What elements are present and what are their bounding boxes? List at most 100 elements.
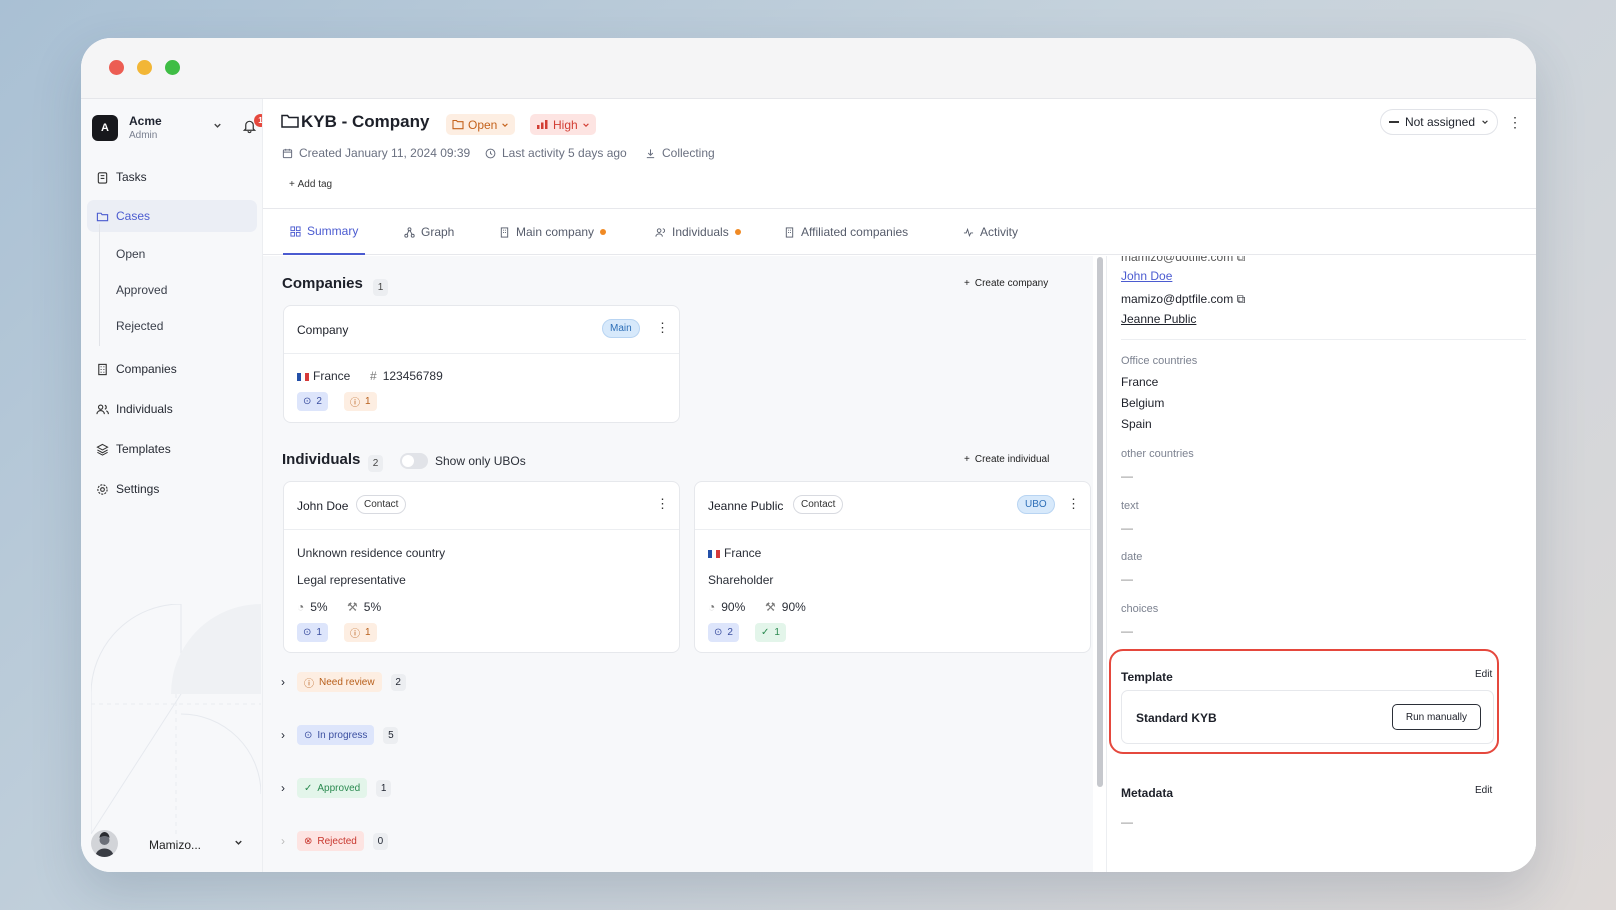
metadata-edit-button[interactable]: Edit	[1475, 785, 1492, 796]
in-progress-count: ⊙ 2	[708, 623, 739, 642]
add-tag-button[interactable]: + Add tag	[289, 179, 332, 190]
notification-badge: 1	[254, 114, 262, 127]
sidebar: A Acme Admin 1 Tasks Cases Open Approved…	[81, 99, 263, 872]
ubo-toggle[interactable]	[400, 453, 428, 469]
residence-country: Unknown residence country	[297, 546, 446, 560]
gavel-icon: ⚒	[347, 600, 358, 614]
org-switcher[interactable]: A Acme Admin 1	[92, 114, 262, 146]
status-count: 5	[383, 726, 399, 744]
org-role: Admin	[129, 130, 158, 141]
company-card[interactable]: Company Main ⋮ France #123456789 ⊙ 2 ⓘ 1	[283, 305, 680, 423]
status-badge: ⓘ Need review	[297, 672, 382, 692]
card-menu-icon[interactable]: ⋮	[1067, 497, 1080, 510]
votes-label: 90%	[781, 600, 806, 614]
risk-dropdown[interactable]: High	[530, 114, 596, 135]
user-menu[interactable]: Mamizo...	[91, 830, 256, 860]
copy-icon[interactable]: ⧉	[1237, 256, 1246, 264]
tab-main-company[interactable]: Main company	[499, 209, 607, 255]
details-panel: mamizo@dotfile.com ⧉ John Doe mamizo@dpt…	[1106, 256, 1536, 872]
check-circle-icon: ✓	[761, 627, 770, 638]
country-label: France	[724, 546, 762, 560]
company-name: Company	[297, 323, 349, 337]
sidebar-item-companies[interactable]: Companies	[87, 353, 257, 385]
contact-tag: Contact	[793, 495, 844, 514]
in-progress-count: ⊙ 2	[297, 392, 328, 411]
template-section-title: Template	[1121, 670, 1173, 684]
folder-icon	[281, 114, 299, 128]
status-label: Open	[468, 117, 498, 132]
email-address: mamizo@dptfile.com ⧉	[1121, 292, 1245, 307]
create-company-button[interactable]: + Create company	[964, 278, 1048, 289]
choices-field-value: —	[1121, 624, 1133, 638]
voting-rights: ⚒ 90%	[765, 600, 806, 614]
sidebar-item-tasks[interactable]: Tasks	[87, 161, 257, 193]
status-dropdown[interactable]: Open	[446, 114, 516, 135]
sidebar-item-cases[interactable]: Cases	[87, 200, 257, 232]
individual-name: Jeanne Public	[708, 499, 784, 513]
tab-affiliated-companies[interactable]: Affiliated companies	[784, 209, 908, 255]
calendar-icon	[282, 148, 293, 158]
tab-label: Activity	[980, 225, 1019, 239]
status-label: Need review	[319, 676, 375, 688]
app-window: A Acme Admin 1 Tasks Cases Open Approved…	[81, 38, 1536, 872]
signal-bars-icon	[537, 120, 548, 129]
status-group-need-review[interactable]: › ⓘ Need review 2	[281, 670, 406, 694]
card-menu-icon[interactable]: ⋮	[656, 497, 669, 510]
sidebar-subitem-rejected[interactable]: Rejected	[116, 319, 163, 333]
status-count: 2	[390, 673, 406, 691]
text-field-label: text	[1121, 500, 1139, 512]
ubo-toggle-label: Show only UBOs	[435, 454, 526, 468]
individual-card[interactable]: Jeanne Public Contact UBO ⋮ France Share…	[694, 481, 1091, 653]
shares-label: 5%	[310, 600, 328, 614]
chevron-down-icon[interactable]	[212, 120, 223, 131]
copy-icon[interactable]: ⧉	[1237, 292, 1246, 306]
submenu-line	[99, 224, 100, 346]
dash-icon	[1388, 121, 1399, 123]
run-manually-button[interactable]: Run manually	[1391, 704, 1481, 730]
chevron-down-icon	[1482, 120, 1488, 124]
tab-individuals[interactable]: Individuals	[655, 209, 741, 255]
sidebar-item-templates[interactable]: Templates	[87, 433, 257, 465]
status-label: Rejected	[317, 835, 357, 847]
users-icon	[655, 227, 666, 237]
scrollbar[interactable]	[1097, 257, 1103, 787]
create-individual-button[interactable]: + Create individual	[964, 454, 1049, 465]
tab-bar: Summary Graph Main company Individuals A…	[263, 209, 1536, 255]
check-circle-icon: ✓	[304, 782, 313, 794]
contact-link-john-doe[interactable]: John Doe	[1121, 269, 1172, 283]
sidebar-subitem-open[interactable]: Open	[116, 247, 145, 261]
status-group-approved[interactable]: › ✓ Approved 1	[281, 776, 392, 800]
chevron-down-icon	[582, 122, 589, 127]
individual-card[interactable]: John Doe Contact ⋮ Unknown residence cou…	[283, 481, 680, 653]
summary-content: Companies 1 + Create company Company Mai…	[263, 256, 1093, 872]
building-icon	[500, 226, 509, 238]
email-text: mamizo@dptfile.com	[1121, 292, 1234, 306]
assignee-dropdown[interactable]: Not assigned	[1379, 109, 1498, 135]
companies-count: 1	[373, 279, 388, 296]
more-options-icon[interactable]: ⋮	[1508, 115, 1522, 129]
tab-activity[interactable]: Activity	[963, 209, 1018, 255]
individuals-count: 2	[368, 455, 383, 472]
card-menu-icon[interactable]: ⋮	[656, 321, 669, 334]
template-edit-button[interactable]: Edit	[1475, 669, 1492, 680]
status-group-in-progress[interactable]: › ⊙ In progress 5	[281, 723, 399, 747]
tab-summary[interactable]: Summary	[283, 209, 366, 255]
gear-icon	[97, 483, 108, 495]
sidebar-item-individuals[interactable]: Individuals	[87, 393, 257, 425]
company-reg-number: #123456789	[370, 369, 443, 383]
sidebar-item-settings[interactable]: Settings	[87, 473, 257, 505]
count-label: 2	[316, 396, 322, 407]
minimize-window-button[interactable]	[137, 60, 152, 75]
tab-graph[interactable]: Graph	[404, 209, 454, 255]
close-window-button[interactable]	[109, 60, 124, 75]
org-avatar: A	[92, 115, 118, 141]
contact-link-jeanne-public[interactable]: Jeanne Public	[1121, 312, 1196, 326]
status-badge: ✓ Approved	[297, 778, 368, 798]
office-country: Spain	[1121, 417, 1152, 431]
status-group-rejected[interactable]: › ⊗ Rejected 0	[281, 829, 388, 853]
maximize-window-button[interactable]	[165, 60, 180, 75]
clock-icon	[485, 148, 496, 158]
chevron-down-icon[interactable]	[233, 837, 244, 848]
individuals-title: Individuals	[282, 451, 361, 468]
sidebar-subitem-approved[interactable]: Approved	[116, 283, 167, 297]
